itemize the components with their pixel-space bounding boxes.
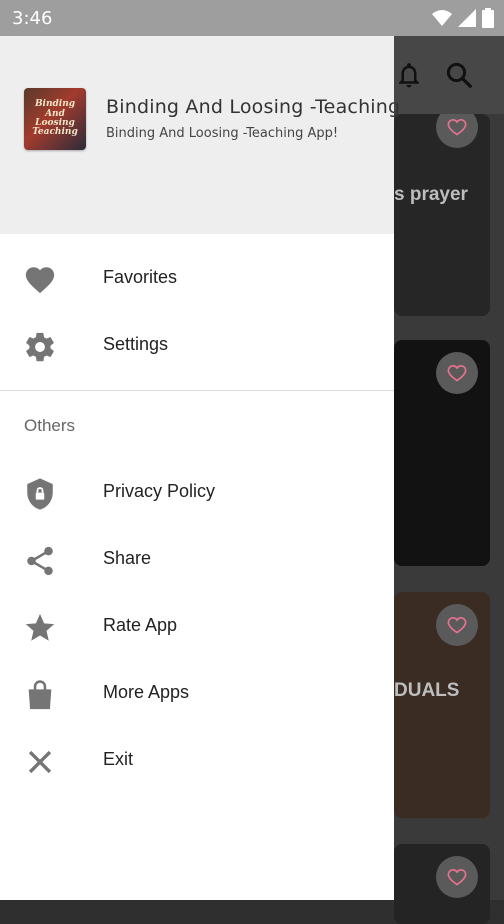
- drawer-header: Binding And Loosing Teaching Binding And…: [0, 36, 400, 234]
- drawer-item-more-apps[interactable]: More Apps: [0, 665, 394, 721]
- wifi-icon: [432, 10, 452, 26]
- shield-lock-icon: [22, 476, 58, 512]
- gear-icon: [22, 329, 58, 365]
- drawer-item-settings[interactable]: Settings: [0, 317, 394, 373]
- drawer-item-exit[interactable]: Exit: [0, 732, 394, 788]
- app-logo: Binding And Loosing Teaching: [24, 88, 86, 150]
- heart-outline-icon: [447, 364, 467, 382]
- heart-outline-icon: [447, 118, 467, 136]
- heart-icon: [22, 262, 58, 298]
- status-time: 3:46: [12, 8, 53, 29]
- battery-icon: [482, 8, 494, 28]
- content-card[interactable]: [394, 844, 490, 924]
- heart-outline-icon: [447, 868, 467, 886]
- favorite-button[interactable]: [436, 604, 478, 646]
- content-card[interactable]: DUALS: [394, 592, 490, 818]
- drawer-item-label: Privacy Policy: [103, 481, 216, 501]
- notification-bell-icon[interactable]: [394, 60, 424, 90]
- card-title: s prayer: [394, 184, 468, 205]
- signal-icon: [458, 9, 476, 27]
- card-title: DUALS: [394, 680, 460, 701]
- shopping-bag-icon: [22, 677, 58, 713]
- app-subtitle: Binding And Loosing -Teaching App!: [106, 126, 339, 141]
- favorite-button[interactable]: [436, 114, 478, 148]
- navigation-drawer: Binding And Loosing Teaching Binding And…: [0, 36, 400, 900]
- drawer-item-label: Settings: [103, 334, 169, 354]
- drawer-item-label: Favorites: [103, 267, 178, 287]
- status-bar: 3:46: [0, 0, 504, 36]
- star-icon: [22, 610, 58, 646]
- status-icons: [432, 8, 494, 28]
- drawer-item-rate-app[interactable]: Rate App: [0, 598, 394, 654]
- drawer-item-privacy-policy[interactable]: Privacy Policy: [0, 464, 394, 520]
- content-card[interactable]: [394, 340, 490, 566]
- drawer-item-label: Exit: [103, 749, 134, 769]
- heart-outline-icon: [447, 616, 467, 634]
- drawer-item-label: More Apps: [103, 682, 190, 702]
- share-icon: [22, 543, 58, 579]
- drawer-item-share[interactable]: Share: [0, 531, 394, 587]
- app-logo-text: Binding And Loosing Teaching: [32, 99, 78, 138]
- content-card[interactable]: s prayer: [394, 114, 490, 316]
- drawer-item-favorites[interactable]: Favorites: [0, 250, 394, 306]
- favorite-button[interactable]: [436, 856, 478, 898]
- drawer-item-label: Rate App: [103, 615, 178, 635]
- drawer-item-label: Share: [103, 548, 152, 568]
- close-icon: [22, 744, 58, 780]
- section-label-others: Others: [24, 416, 76, 435]
- app-title: Binding And Loosing -Teaching: [106, 96, 401, 118]
- favorite-button[interactable]: [436, 352, 478, 394]
- drawer-divider: [0, 390, 394, 391]
- search-icon[interactable]: [444, 60, 474, 90]
